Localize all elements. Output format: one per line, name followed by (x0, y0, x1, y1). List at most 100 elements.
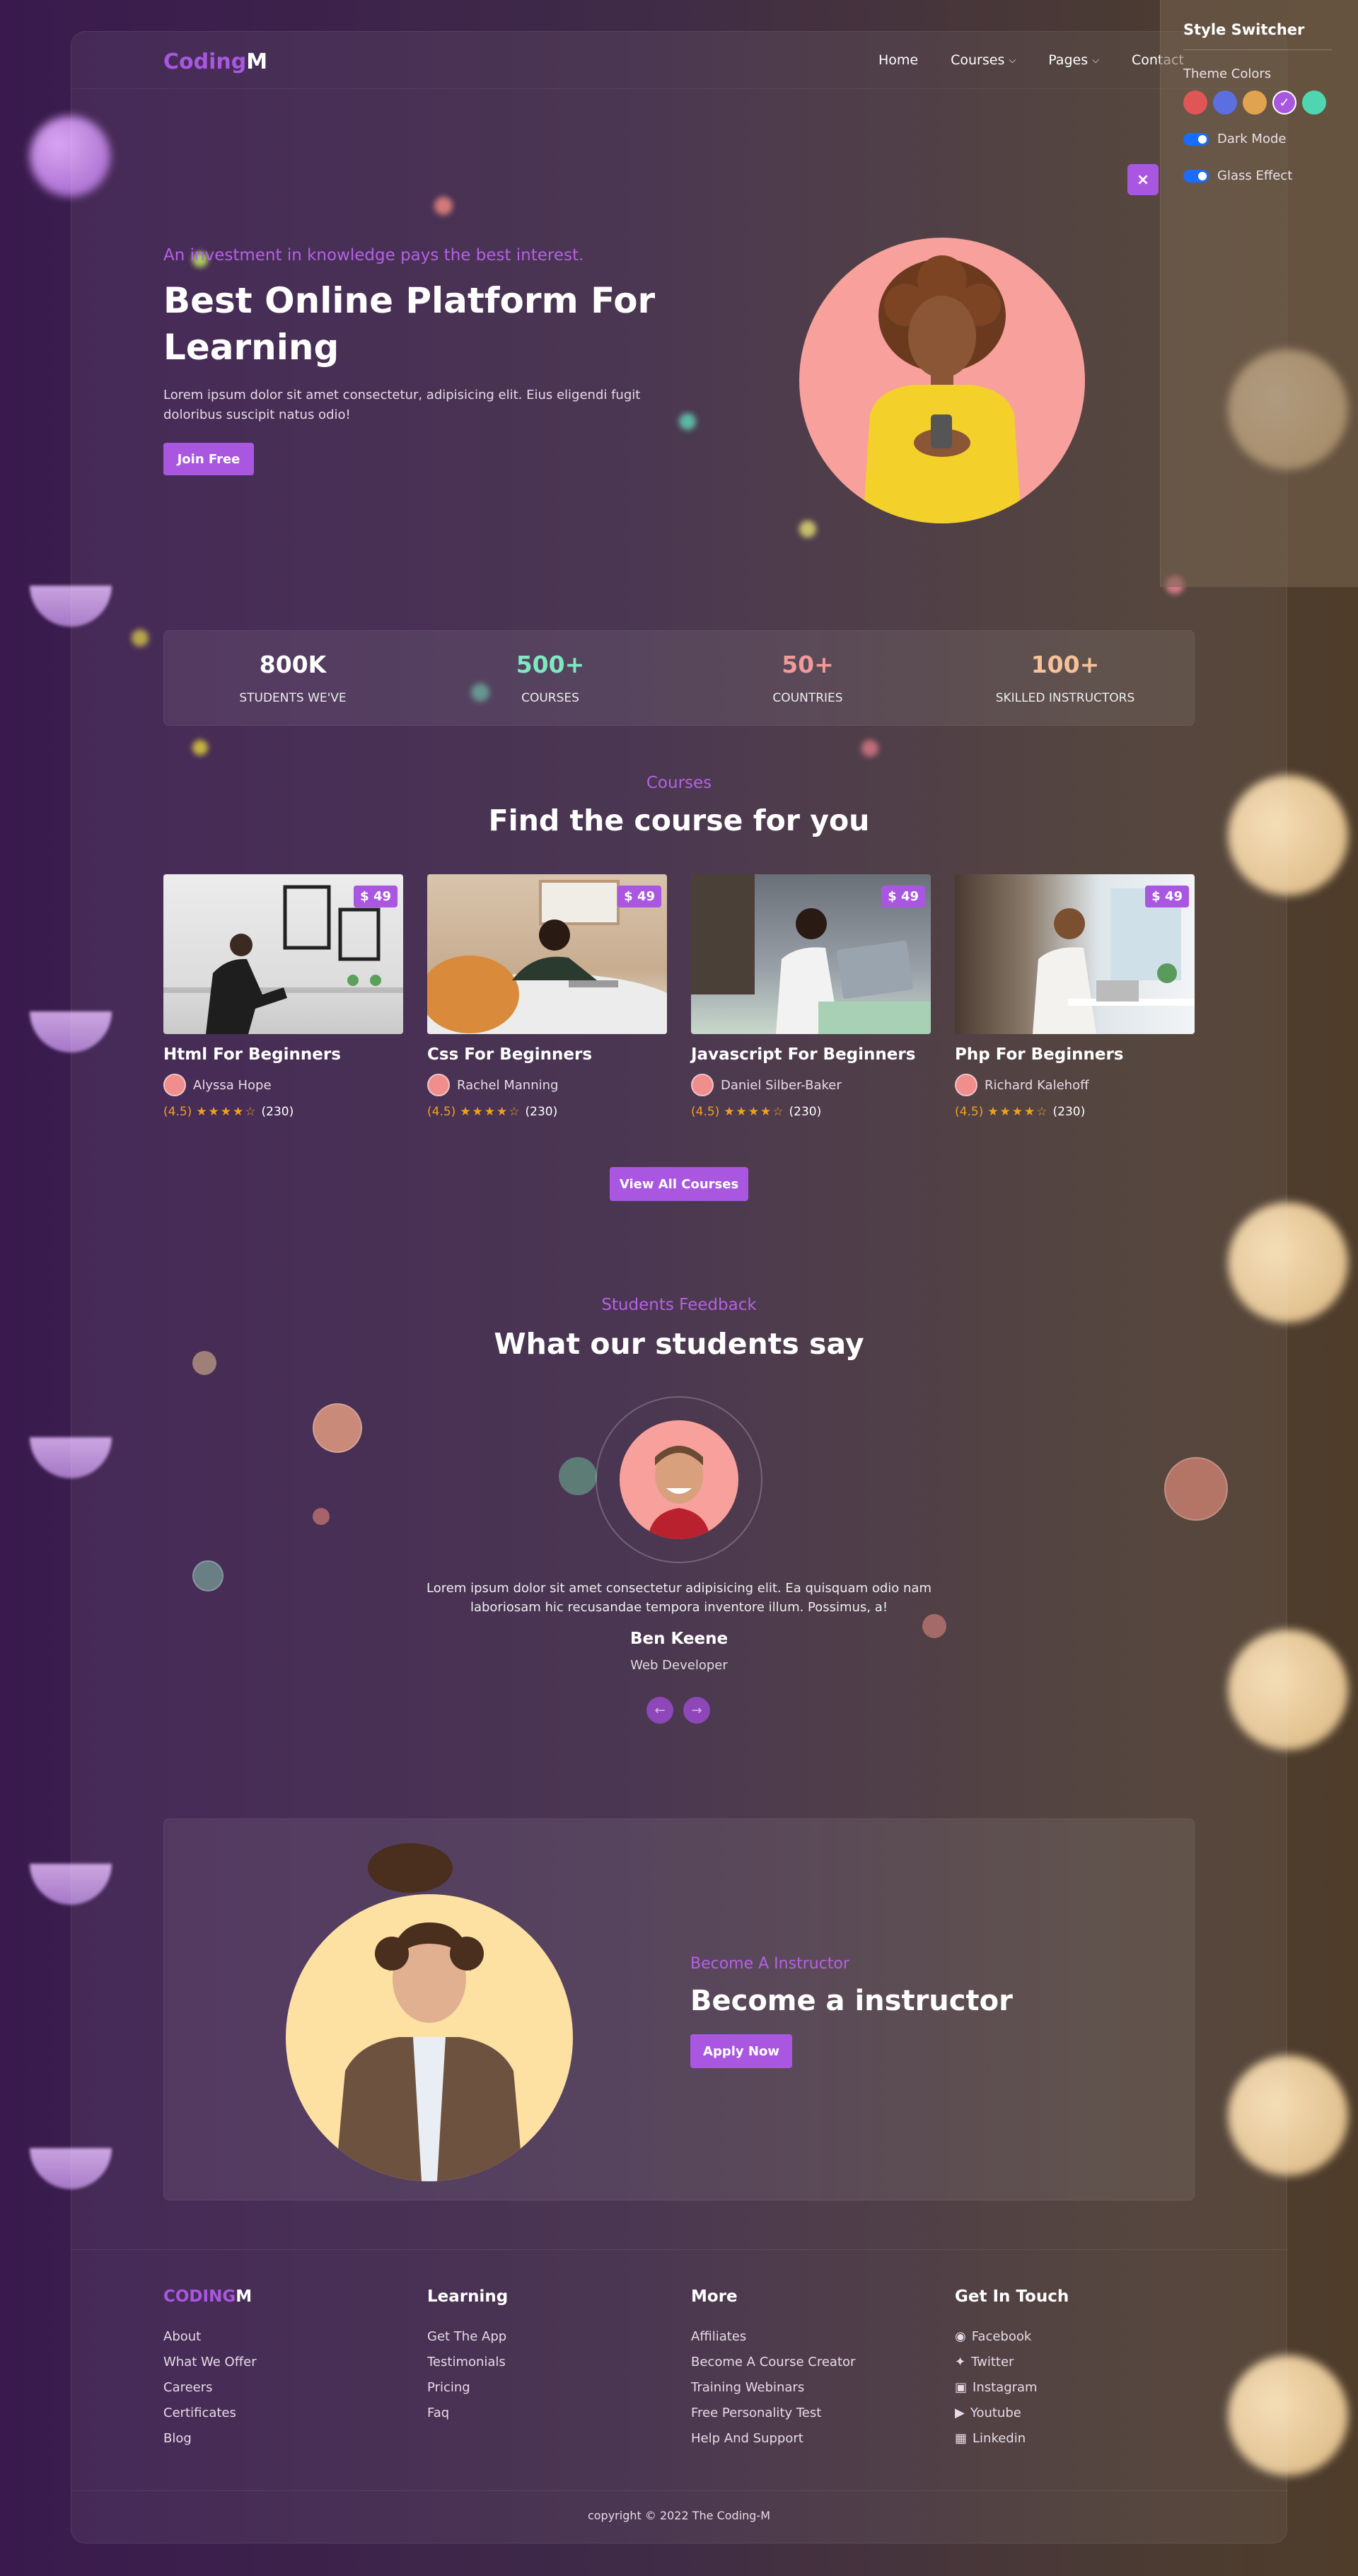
footer-brand-rest: M (236, 2287, 253, 2306)
stat-countries: 50+ COUNTRIES (679, 631, 936, 725)
nav-home-label: Home (878, 52, 919, 68)
chevron-down-icon: ⌵ (1092, 54, 1099, 66)
glass-effect-toggle[interactable] (1183, 169, 1209, 182)
course-card[interactable]: $ 49 Html For Beginners Alyssa Hope (4.5… (163, 874, 403, 1119)
footer-link[interactable]: Affiliates (691, 2324, 855, 2350)
course-rating: (4.5) ★★★★☆ (230) (427, 1105, 667, 1119)
brand-logo-accent: Coding (163, 50, 247, 74)
course-title: Javascript For Beginners (691, 1045, 916, 1064)
footer-link[interactable]: About (163, 2324, 257, 2350)
copyright-text: copyright © 2022 The Coding-M (587, 2509, 771, 2522)
nav-courses[interactable]: Courses ⌵ (951, 52, 1016, 68)
footer-social-link[interactable]: ✦ Twitter (955, 2350, 1069, 2375)
author-name: Rachel Manning (457, 1077, 559, 1093)
footer-social-link[interactable]: ▶ Youtube (955, 2401, 1069, 2426)
stat-value: 500+ (516, 651, 585, 678)
footer-link[interactable]: Faq (427, 2401, 508, 2426)
decor-dot (192, 1351, 216, 1375)
switcher-close-button[interactable]: × (1127, 164, 1159, 195)
decor-dot (559, 1457, 597, 1495)
instructor-hair-top (368, 1843, 453, 1893)
facebook-icon: ◉ (955, 2329, 966, 2344)
footer-link[interactable]: Training Webinars (691, 2375, 855, 2401)
footer-social-link[interactable]: ▣ Instagram (955, 2375, 1069, 2401)
next-testimonial-button[interactable]: → (683, 1697, 710, 1724)
twitter-icon: ✦ (955, 2355, 966, 2369)
course-card[interactable]: $ 49 Php For Beginners Richard Kalehoff … (955, 874, 1195, 1119)
author-name: Alyssa Hope (193, 1077, 272, 1093)
close-icon: × (1136, 170, 1150, 189)
footer-link[interactable]: Become A Course Creator (691, 2350, 855, 2375)
student-avatar[interactable] (1164, 1457, 1228, 1521)
footer-link[interactable]: Careers (163, 2375, 257, 2401)
star-icons: ★★★★☆ (987, 1105, 1049, 1119)
price-badge: $ 49 (1145, 886, 1189, 907)
nav-pages-label: Pages (1048, 52, 1089, 68)
glass-effect-label: Glass Effect (1217, 168, 1293, 183)
stat-label: COURSES (521, 691, 579, 705)
footer-brand-column: CODINGM About What We Offer Careers Cert… (163, 2287, 257, 2452)
join-free-button[interactable]: Join Free (163, 443, 254, 475)
view-all-courses-button[interactable]: View All Courses (610, 1167, 748, 1201)
arrow-left-icon: ← (654, 1702, 666, 1718)
decor-dot (679, 413, 696, 430)
course-image: $ 49 (955, 874, 1195, 1034)
price-badge: $ 49 (354, 886, 397, 907)
course-image: $ 49 (691, 874, 931, 1034)
price-badge: $ 49 (617, 886, 661, 907)
author-name: Daniel Silber-Baker (721, 1077, 842, 1093)
testimonial-name: Ben Keene (629, 1630, 729, 1648)
footer-social-link[interactable]: ▦ Linkedin (955, 2426, 1069, 2452)
course-card[interactable]: $ 49 Javascript For Beginners Daniel Sil… (691, 874, 931, 1119)
brand-logo[interactable]: CodingM (163, 50, 267, 74)
dark-mode-toggle[interactable] (1183, 132, 1209, 146)
nav-pages[interactable]: Pages ⌵ (1048, 52, 1099, 68)
course-author: Daniel Silber-Baker (691, 1074, 931, 1096)
decor-dot (192, 740, 208, 755)
testimonial-role: Web Developer (630, 1658, 728, 1673)
prev-testimonial-button[interactable]: ← (646, 1697, 673, 1724)
course-rating: (4.5) ★★★★☆ (230) (955, 1105, 1195, 1119)
decor-dot (861, 740, 878, 757)
footer-link[interactable]: Certificates (163, 2401, 257, 2426)
decor-dot (434, 197, 453, 215)
nav-links: Home Courses ⌵ Pages ⌵ Contact (878, 52, 1184, 68)
course-title: Css For Beginners (427, 1045, 593, 1064)
dark-mode-row: Dark Mode (1183, 132, 1286, 146)
rating-value: (4.5) (163, 1105, 192, 1119)
footer-link[interactable]: Get The App (427, 2324, 508, 2350)
footer-social-link[interactable]: ◉ Facebook (955, 2324, 1069, 2350)
course-image: $ 49 (163, 874, 403, 1034)
color-swatch-orange[interactable] (1243, 91, 1267, 115)
student-avatar[interactable] (192, 1560, 224, 1591)
stat-value: 50+ (782, 651, 834, 678)
rating-value: (4.5) (427, 1105, 456, 1119)
footer-link[interactable]: Pricing (427, 2375, 508, 2401)
footer-link[interactable]: Help And Support (691, 2426, 855, 2452)
color-swatch-purple[interactable]: ✓ (1272, 91, 1296, 115)
color-swatch-red[interactable] (1183, 91, 1207, 115)
footer-touch-title: Get In Touch (955, 2287, 1069, 2306)
apply-now-button[interactable]: Apply Now (690, 2034, 792, 2068)
color-swatch-teal[interactable] (1302, 91, 1326, 115)
course-title: Php For Beginners (955, 1045, 1124, 1064)
hero-description: Lorem ipsum dolor sit amet consectetur, … (163, 388, 641, 422)
student-avatar[interactable] (313, 1403, 362, 1453)
footer-brand[interactable]: CODINGM (163, 2287, 257, 2306)
feedback-tag: Students Feedback (601, 1296, 757, 1314)
avatar (163, 1074, 186, 1096)
nav-home[interactable]: Home (878, 52, 918, 68)
review-count: (230) (525, 1105, 558, 1119)
footer-link[interactable]: What We Offer (163, 2350, 257, 2375)
footer-link[interactable]: Free Personality Test (691, 2401, 855, 2426)
glass-effect-row: Glass Effect (1183, 168, 1292, 183)
footer-link[interactable]: Blog (163, 2426, 257, 2452)
footer-link[interactable]: Testimonials (427, 2350, 508, 2375)
course-author: Rachel Manning (427, 1074, 667, 1096)
rating-value: (4.5) (691, 1105, 720, 1119)
course-card[interactable]: $ 49 Css For Beginners Rachel Manning (4… (427, 874, 667, 1119)
brand-logo-rest: M (246, 50, 268, 74)
color-swatch-blue[interactable] (1213, 91, 1237, 115)
stat-instructors: 100+ SKILLED INSTRUCTORS (936, 631, 1194, 725)
courses-tag: Courses (646, 774, 712, 792)
